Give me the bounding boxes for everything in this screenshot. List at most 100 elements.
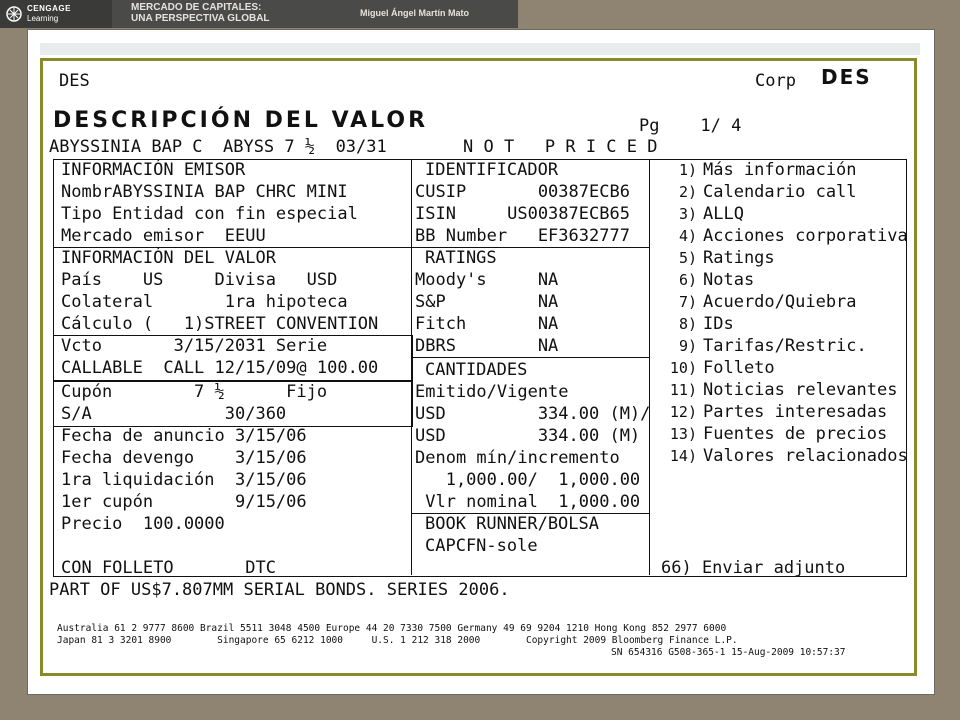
coupon-row: Cupón 7 ½ Fijo	[61, 382, 328, 402]
des-logo: DES	[821, 65, 872, 89]
page-title: DESCRIPCIÓN DEL VALOR	[53, 108, 429, 133]
amounts-header: CANTIDADES	[425, 360, 528, 380]
security-info-row: Cálculo ( 1)STREET CONVENTION	[61, 314, 379, 334]
menu-item-label: Valores relacionados	[703, 446, 908, 466]
menu-item-number: 8)	[678, 315, 697, 333]
cengage-logo-icon	[6, 6, 22, 22]
amount-row: USD 334.00 (M)	[415, 426, 641, 446]
prospectus-line: CON FOLLETO DTC	[61, 558, 276, 578]
amount-row: Emitido/Vigente	[415, 382, 569, 402]
price-row: Precio 100.0000	[61, 514, 225, 534]
menu-item-number: 6)	[678, 271, 697, 289]
rating-row: Fitch NA	[415, 314, 559, 334]
menu-item-number: 2)	[678, 183, 697, 201]
coupon-row: S/A 30/360	[61, 404, 287, 424]
rating-row: DBRS NA	[415, 336, 559, 356]
ratings-header: RATINGS	[425, 248, 497, 268]
menu-item-label: Partes interesadas	[703, 402, 888, 422]
market-sector: Corp	[755, 71, 796, 91]
menu-item-number: 13)	[669, 425, 697, 443]
issuer-header: INFORMACIÓN EMISOR	[61, 160, 246, 180]
menu-item-label: Calendario call	[703, 182, 857, 202]
menu-item-label: Más información	[703, 160, 857, 180]
rating-row: Moody's NA	[415, 270, 559, 290]
bookrunner-header: BOOK RUNNER/BOLSA	[425, 514, 599, 534]
menu-item[interactable]: 10) Folleto	[655, 358, 775, 378]
menu-item[interactable]: 6) Notas	[655, 270, 754, 290]
page-indicator: Pg 1/ 4	[639, 116, 742, 136]
rating-row: S&P NA	[415, 292, 559, 312]
menu-item-label: Acciones corporativa	[703, 226, 908, 246]
menu-item[interactable]: 13) Fuentes de precios	[655, 424, 887, 444]
menu-item-number: 1)	[678, 161, 697, 179]
ratings-divider	[411, 357, 649, 358]
amount-row: Denom mín/incremento	[415, 448, 620, 468]
footer-session: SN 654316 G508-365-1 15-Aug-2009 10:57:3…	[611, 647, 846, 658]
menu-item[interactable]: 8) IDs	[655, 314, 734, 334]
menu-item-label: Folleto	[703, 358, 775, 378]
identifier-row: ISIN US00387ECB65	[415, 204, 630, 224]
issuer-row: NombrABYSSINIA BAP CHRC MINI	[61, 182, 348, 202]
amount-row: Vlr nominal 1,000.00	[415, 492, 641, 512]
amount-row: USD 334.00 (M)/	[415, 404, 651, 424]
bond-note: PART OF US$7.807MM SERIAL BONDS. SERIES …	[49, 580, 510, 600]
right-column-divider	[649, 159, 650, 575]
menu-item-number: 9)	[678, 337, 697, 355]
security-line: ABYSSINIA BAP C ABYSS 7 ½ 03/31	[49, 137, 387, 157]
screen-top-strip	[40, 43, 920, 55]
date-row: 1er cupón 9/15/06	[61, 492, 307, 512]
menu-item[interactable]: 11) Noticias relevantes	[655, 380, 898, 400]
menu-item-number: 11)	[669, 381, 697, 399]
menu-item-label: ALLQ	[703, 204, 744, 224]
menu-item[interactable]: 2) Calendario call	[655, 182, 857, 202]
menu-item[interactable]: 5) Ratings	[655, 248, 775, 268]
menu-item-label: Fuentes de precios	[703, 424, 888, 444]
menu-item-number: 10)	[669, 359, 697, 377]
book-title-line2: UNA PERSPECTIVA GLOBAL	[131, 13, 270, 24]
amount-row: 1,000.00/ 1,000.00	[415, 470, 641, 490]
menu-item[interactable]: 14) Valores relacionados	[655, 446, 908, 466]
maturity-row: Vcto 3/15/2031 Serie	[61, 336, 328, 356]
maturity-row: CALLABLE CALL 12/15/09@ 100.00	[61, 358, 379, 378]
identifier-header: IDENTIFICADOR	[425, 160, 559, 180]
menu-item-label: Noticias relevantes	[703, 380, 898, 400]
issuer-row: Mercado emisor EEUU	[61, 226, 266, 246]
author-name: Miguel Ángel Martín Mato	[360, 8, 469, 18]
security-info-header: INFORMACIÓN DEL VALOR	[61, 248, 276, 268]
terminal-mnemonic: DES	[59, 71, 90, 91]
issuer-row: Tipo Entidad con fin especial	[61, 204, 358, 224]
menu-item-number: 12)	[669, 403, 697, 421]
menu-item[interactable]: 4) Acciones corporativa	[655, 226, 908, 246]
terminal-screen: DES Corp DES DESCRIPCIÓN DEL VALOR Pg 1/…	[40, 58, 917, 676]
menu-item-number: 4)	[678, 227, 697, 245]
bookrunner-value: CAPCFN-sole	[425, 536, 538, 556]
menu-item-label: Acuerdo/Quiebra	[703, 292, 857, 312]
footer-contacts: Australia 61 2 9777 8600 Brazil 5511 304…	[57, 623, 727, 634]
menu-item[interactable]: 9) Tarifas/Restric.	[655, 336, 867, 356]
menu-item-number: 3)	[678, 205, 697, 223]
footer-copyright: Japan 81 3 3201 8900 Singapore 65 6212 1…	[57, 635, 738, 646]
book-title: MERCADO DE CAPITALES: UNA PERSPECTIVA GL…	[131, 2, 270, 24]
identifier-row: BB Number EF3632777	[415, 226, 630, 246]
identifier-row: CUSIP 00387ECB6	[415, 182, 630, 202]
security-info-row: Colateral 1ra hipoteca	[61, 292, 348, 312]
logo-line2: Learning	[27, 14, 59, 23]
menu-item-label: IDs	[703, 314, 734, 334]
menu-item-number: 7)	[678, 293, 697, 311]
menu-item[interactable]: 12) Partes interesadas	[655, 402, 887, 422]
logo-line1: CENGAGE	[27, 4, 71, 13]
security-info-row: País US Divisa USD	[61, 270, 338, 290]
menu-item[interactable]: 3) ALLQ	[655, 204, 744, 224]
date-row: 1ra liquidación 3/15/06	[61, 470, 307, 490]
menu-item-label: Tarifas/Restric.	[703, 336, 867, 356]
pricing-status: N O T P R I C E D	[463, 137, 658, 157]
menu-item[interactable]: 7) Acuerdo/Quiebra	[655, 292, 857, 312]
date-row: Fecha de anuncio 3/15/06	[61, 426, 307, 446]
menu-item-number: 5)	[678, 249, 697, 267]
publisher-logo: CENGAGE Learning	[0, 0, 112, 28]
menu-item-number: 14)	[669, 447, 697, 465]
menu-item-label: Ratings	[703, 248, 775, 268]
send-attachment-link[interactable]: 66) Enviar adjunto	[661, 558, 845, 578]
menu-item-label: Notas	[703, 270, 755, 290]
menu-item[interactable]: 1) Más información	[655, 160, 857, 180]
